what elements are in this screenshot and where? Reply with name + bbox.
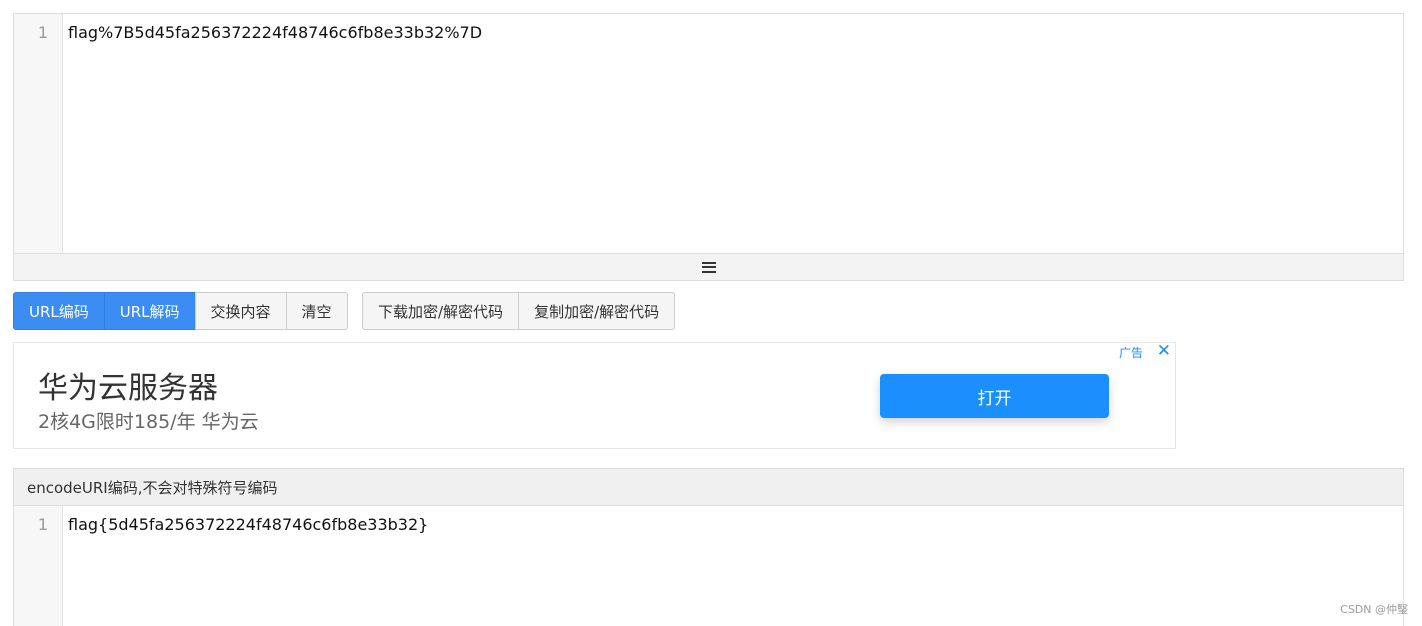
code-button-group: 下载加密/解密代码 复制加密/解密代码 [362,292,676,330]
output-editor[interactable]: 1 flag{5d45fa256372224f48746c6fb8e33b32} [13,505,1404,626]
output-text[interactable]: flag{5d45fa256372224f48746c6fb8e33b32} [68,515,428,534]
ad-banner[interactable]: 华为云服务器 2核4G限时185/年 华为云 打开 广告 ✕ [13,341,1176,449]
clear-button[interactable]: 清空 [285,292,348,330]
line-number: 1 [37,23,48,42]
ad-label: 广告 [1118,346,1143,360]
url-encode-button[interactable]: URL编码 [13,292,105,330]
swap-button[interactable]: 交换内容 [194,292,287,330]
output-panel-title: encodeURI编码,不会对特殊符号编码 [13,468,1404,506]
input-gutter: 1 [14,14,63,255]
input-text[interactable]: flag%7B5d45fa256372224f48746c6fb8e33b32%… [68,23,482,42]
action-button-group: URL编码 URL解码 交换内容 清空 [13,292,348,330]
ad-subtitle: 2核4G限时185/年 华为云 [38,411,259,433]
line-number: 1 [37,515,48,534]
resize-icon [701,261,716,273]
resize-handle[interactable] [14,253,1403,280]
ad-open-button[interactable]: 打开 [880,374,1109,418]
ad-title: 华为云服务器 [38,371,218,406]
download-code-button[interactable]: 下载加密/解密代码 [362,292,520,330]
url-decode-button[interactable]: URL解码 [103,292,196,330]
copy-code-button[interactable]: 复制加密/解密代码 [518,292,676,330]
close-icon[interactable]: ✕ [1157,341,1171,361]
input-code-area[interactable]: 1 flag%7B5d45fa256372224f48746c6fb8e33b3… [14,14,1403,255]
watermark: CSDN @仲瑿 [1340,603,1408,616]
input-editor[interactable]: 1 flag%7B5d45fa256372224f48746c6fb8e33b3… [13,13,1404,281]
output-gutter: 1 [14,506,63,626]
